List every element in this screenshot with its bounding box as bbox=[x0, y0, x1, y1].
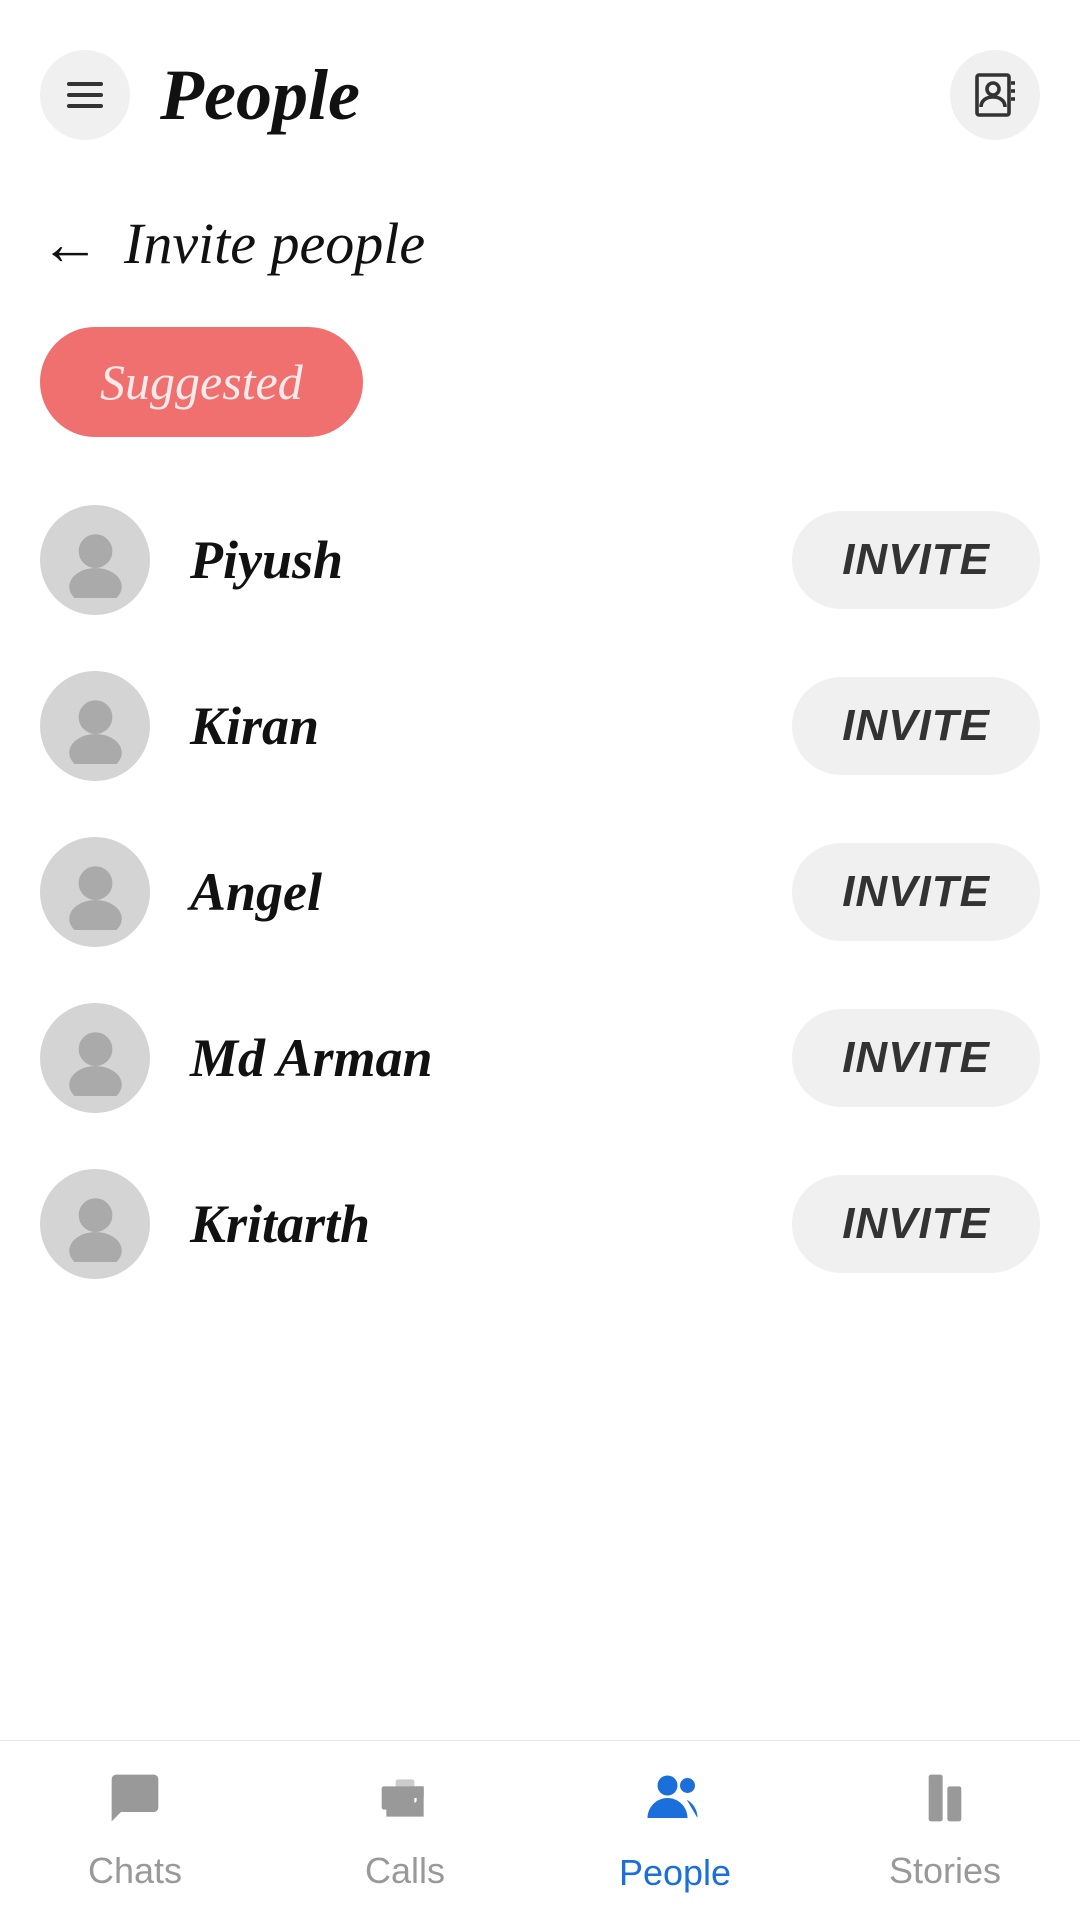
menu-button[interactable] bbox=[40, 50, 130, 140]
avatar bbox=[40, 837, 150, 947]
person-name: Piyush bbox=[190, 529, 792, 591]
suggested-pill[interactable]: Suggested bbox=[40, 327, 363, 437]
list-item: Md Arman INVITE bbox=[40, 975, 1040, 1141]
calls-icon bbox=[377, 1770, 433, 1840]
invite-button[interactable]: INVITE bbox=[792, 1009, 1040, 1107]
nav-item-stories[interactable]: Stories bbox=[810, 1760, 1080, 1902]
invite-button[interactable]: INVITE bbox=[792, 1175, 1040, 1273]
header: People bbox=[0, 0, 1080, 170]
list-item: Kiran INVITE bbox=[40, 643, 1040, 809]
hamburger-icon bbox=[67, 82, 103, 108]
person-name: Kiran bbox=[190, 695, 792, 757]
people-list: Piyush INVITE Kiran INVITE Angel INVITE bbox=[0, 467, 1080, 1317]
nav-label-chats: Chats bbox=[88, 1850, 182, 1892]
contacts-button[interactable] bbox=[950, 50, 1040, 140]
list-item: Angel INVITE bbox=[40, 809, 1040, 975]
avatar bbox=[40, 1003, 150, 1113]
list-item: Piyush INVITE bbox=[40, 477, 1040, 643]
avatar bbox=[40, 505, 150, 615]
invite-button[interactable]: INVITE bbox=[792, 511, 1040, 609]
avatar bbox=[40, 671, 150, 781]
people-icon bbox=[645, 1768, 705, 1842]
contacts-icon bbox=[971, 71, 1019, 119]
invite-button[interactable]: INVITE bbox=[792, 843, 1040, 941]
invite-title: Invite people bbox=[124, 210, 425, 277]
nav-label-stories: Stories bbox=[889, 1850, 1001, 1892]
chats-icon bbox=[107, 1770, 163, 1840]
bottom-nav: Chats Calls People bbox=[0, 1740, 1080, 1920]
invite-row: ← Invite people bbox=[0, 170, 1080, 297]
person-name: Angel bbox=[190, 861, 792, 923]
invite-button[interactable]: INVITE bbox=[792, 677, 1040, 775]
avatar bbox=[40, 1169, 150, 1279]
nav-item-people[interactable]: People bbox=[540, 1758, 810, 1904]
list-item: Kritarth INVITE bbox=[40, 1141, 1040, 1307]
nav-item-chats[interactable]: Chats bbox=[0, 1760, 270, 1902]
nav-label-calls: Calls bbox=[365, 1850, 445, 1892]
page-title: People bbox=[160, 54, 950, 137]
nav-label-people: People bbox=[619, 1852, 731, 1894]
person-name: Kritarth bbox=[190, 1193, 792, 1255]
person-name: Md Arman bbox=[190, 1027, 792, 1089]
nav-item-calls[interactable]: Calls bbox=[270, 1760, 540, 1902]
back-button[interactable]: ← bbox=[40, 214, 100, 274]
stories-icon bbox=[917, 1770, 973, 1840]
